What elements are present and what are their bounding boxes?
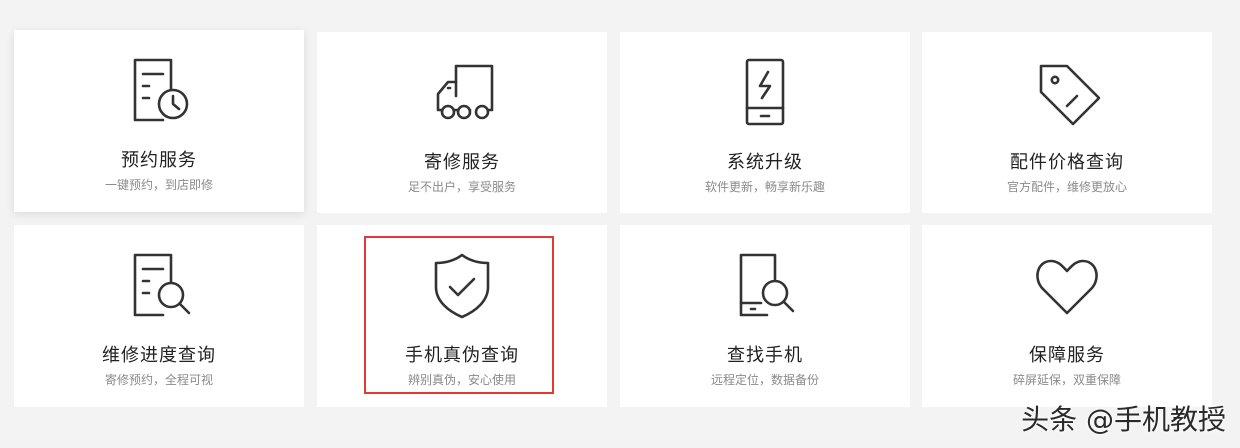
service-card-find-phone[interactable]: 查找手机 远程定位，数据备份 xyxy=(620,225,910,407)
service-card-authenticity-check[interactable]: 手机真伪查询 辨别真伪，安心使用 xyxy=(317,225,607,407)
service-title: 寄修服务 xyxy=(424,152,500,173)
service-title: 预约服务 xyxy=(121,150,197,171)
service-card-protection[interactable]: 保障服务 碎屏延保，双重保障 xyxy=(922,225,1212,407)
service-title: 维修进度查询 xyxy=(102,345,216,366)
service-card-system-upgrade[interactable]: 系统升级 软件更新，畅享新乐趣 xyxy=(620,32,910,213)
service-subtitle: 软件更新，畅享新乐趣 xyxy=(704,180,825,194)
price-tag-icon xyxy=(1031,56,1103,128)
service-subtitle: 远程定位，数据备份 xyxy=(710,373,819,387)
shield-check-icon xyxy=(426,249,498,321)
service-title: 手机真伪查询 xyxy=(405,345,519,366)
watermark: 头条 @手机教授 xyxy=(1021,403,1226,436)
service-card-appointment[interactable]: 预约服务 一键预约，到店即修 xyxy=(14,30,304,212)
service-subtitle: 碎屏延保，双重保障 xyxy=(1012,373,1121,387)
service-title: 保障服务 xyxy=(1029,345,1105,366)
delivery-truck-icon xyxy=(426,56,498,128)
service-subtitle: 足不出户，享受服务 xyxy=(407,180,516,194)
document-clock-icon xyxy=(123,54,195,126)
phone-bolt-icon xyxy=(729,56,801,128)
service-card-parts-price[interactable]: 配件价格查询 官方配件，维修更放心 xyxy=(922,32,1212,213)
service-subtitle: 辨别真伪，安心使用 xyxy=(407,373,516,387)
service-subtitle: 官方配件，维修更放心 xyxy=(1006,180,1127,194)
service-subtitle: 一键预约，到店即修 xyxy=(104,178,213,192)
service-title: 配件价格查询 xyxy=(1010,152,1124,173)
service-title: 系统升级 xyxy=(727,152,803,173)
document-search-icon xyxy=(123,249,195,321)
heart-icon xyxy=(1031,249,1103,321)
service-title: 查找手机 xyxy=(727,345,803,366)
phone-search-icon xyxy=(729,249,801,321)
service-card-repair-progress[interactable]: 维修进度查询 寄修预约，全程可视 xyxy=(14,225,304,407)
service-card-mail-repair[interactable]: 寄修服务 足不出户，享受服务 xyxy=(317,32,607,213)
service-subtitle: 寄修预约，全程可视 xyxy=(104,373,213,387)
